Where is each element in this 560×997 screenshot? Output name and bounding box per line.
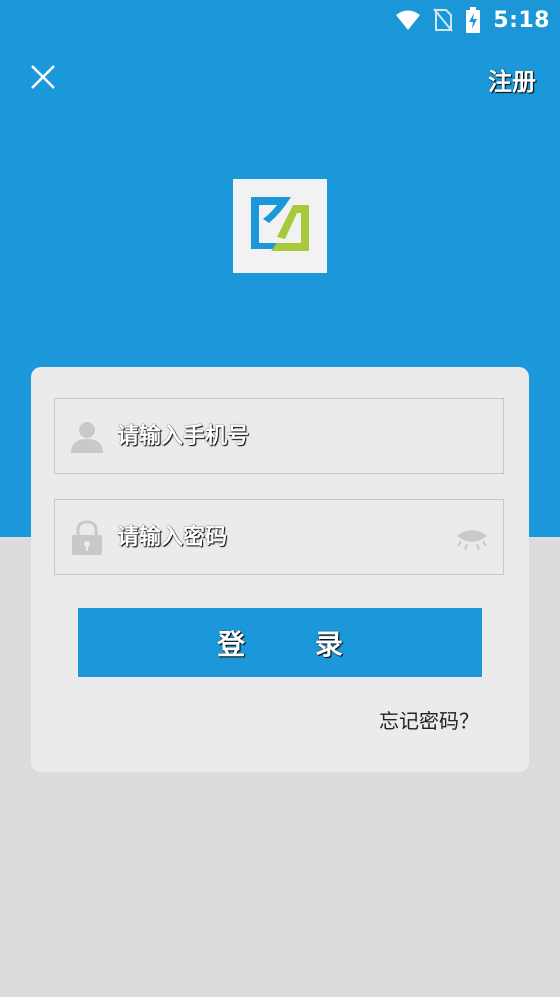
app-logo-mark xyxy=(251,197,309,251)
user-icon xyxy=(71,422,103,453)
login-button[interactable]: 登 录 xyxy=(78,608,482,677)
phone-field xyxy=(54,398,504,474)
password-field xyxy=(54,499,504,575)
lock-icon xyxy=(72,520,102,555)
register-link[interactable]: 注册 xyxy=(488,62,536,97)
battery-charging-icon xyxy=(466,7,481,33)
wifi-icon xyxy=(396,10,421,30)
app-logo xyxy=(233,179,327,273)
status-icons: 5:18 xyxy=(395,6,550,34)
login-card: 登 录 忘记密码？ xyxy=(31,367,529,772)
eye-closed-icon[interactable] xyxy=(455,524,489,552)
close-button[interactable] xyxy=(26,60,60,94)
status-bar: 5:18 xyxy=(0,0,560,40)
password-input[interactable] xyxy=(117,500,437,574)
forgot-password-link[interactable]: 忘记密码？ xyxy=(379,705,479,734)
close-icon xyxy=(31,65,55,89)
status-time: 5:18 xyxy=(493,7,550,33)
phone-input[interactable] xyxy=(117,399,437,473)
no-sim-icon xyxy=(433,8,454,32)
